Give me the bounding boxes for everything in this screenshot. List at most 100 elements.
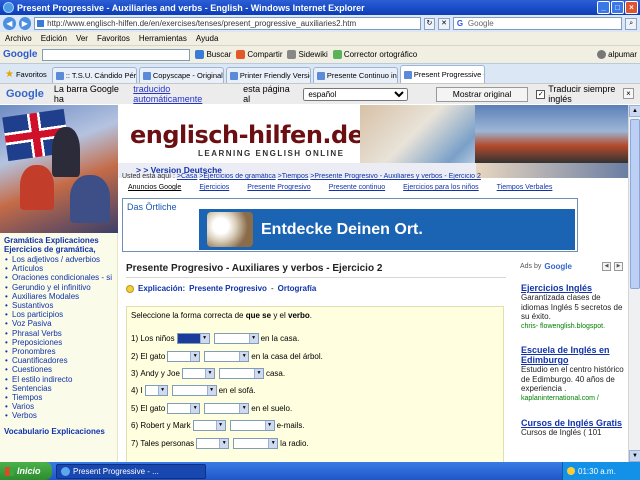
tab-presente-continuo[interactable]: Presente Continuo inglés [312, 67, 398, 83]
right-ad-item[interactable]: Escuela de Inglés en Edimburgo Estudio e… [521, 345, 625, 403]
sidebar-item[interactable]: Voz Pasiva [4, 319, 113, 328]
show-original-button[interactable]: Mostrar original [435, 86, 529, 102]
auxiliary-select[interactable]: ▼ [176, 333, 210, 345]
right-ad-url[interactable]: chris- flowenglish.blogspot. [521, 322, 625, 332]
right-ad-title[interactable]: Ejercicios Inglés [521, 283, 625, 293]
scroll-thumb[interactable] [630, 119, 640, 289]
ads-prev-icon[interactable]: ◀ [602, 262, 611, 271]
tab-printer-friendly[interactable]: Printer Friendly Version hel... [225, 67, 311, 83]
breadcrumb-tenses[interactable]: >Tiempos [278, 173, 309, 180]
google-toolbar-search-input[interactable] [42, 48, 191, 61]
back-button[interactable]: ◀ [3, 17, 16, 30]
verb-select[interactable]: ▼ [171, 385, 217, 397]
breadcrumb-current[interactable]: >Presente Progresivo - Auxiliares y verb… [310, 173, 481, 180]
verb-select[interactable]: ▼ [204, 350, 250, 362]
nav-tiempos-verbales[interactable]: Tiempos Verbales [497, 184, 553, 195]
menu-ver[interactable]: Ver [76, 34, 88, 43]
tray-icon[interactable] [567, 467, 575, 475]
toolbar-user[interactable]: alpumar [597, 50, 637, 59]
auxiliary-select[interactable]: ▼ [196, 437, 230, 449]
scroll-down-icon[interactable]: ▼ [629, 450, 640, 462]
sidebar-item[interactable]: Oraciones condicionales - si [4, 273, 113, 282]
auxiliary-select[interactable]: ▼ [181, 367, 215, 379]
search-input[interactable]: Google [452, 17, 623, 30]
toolbar-share-button[interactable]: Compartir [236, 50, 282, 59]
translate-close-icon[interactable]: × [623, 88, 634, 99]
ad-banner[interactable]: Das Örtliche Entdecke Deinen Ort. [122, 198, 578, 252]
right-ad-item[interactable]: Cursos de Inglés Gratis Cursos de Inglés… [521, 418, 625, 438]
nav-ejercicios-ninos[interactable]: Ejercicios para los niños [403, 184, 478, 195]
tab-candido-perez[interactable]: :: T.S.U. Cándido Pérez :: [51, 67, 137, 83]
sidebar-item[interactable]: Phrasal Verbs [4, 329, 113, 338]
verb-select[interactable]: ▼ [229, 420, 275, 432]
toolbar-sidewiki-button[interactable]: Sidewiki [287, 50, 328, 59]
vertical-scrollbar[interactable]: ▲ ▼ [628, 105, 640, 462]
stop-icon[interactable]: ✕ [438, 17, 450, 30]
spelling-link[interactable]: Ortografía [278, 284, 317, 293]
favorites-button[interactable]: ★ Favoritos [2, 66, 50, 83]
breadcrumb-home[interactable]: >Casa [177, 173, 197, 180]
sidebar-item[interactable]: Cuantificadores [4, 356, 113, 365]
minimize-button[interactable]: _ [597, 1, 610, 14]
right-ad-title[interactable]: Cursos de Inglés Gratis [521, 418, 625, 428]
sidebar-item[interactable]: Auxiliares Modales [4, 292, 113, 301]
menu-herramientas[interactable]: Herramientas [139, 34, 187, 43]
auxiliary-select[interactable]: ▼ [167, 350, 201, 362]
ad-title[interactable]: Das Örtliche [127, 202, 177, 212]
ads-by-google[interactable]: Ads by Google ◀ ▶ [520, 262, 623, 271]
auxiliary-select[interactable]: ▼ [192, 420, 226, 432]
refresh-icon[interactable]: ↻ [423, 17, 436, 30]
menu-ayuda[interactable]: Ayuda [196, 34, 219, 43]
translate-link[interactable]: traducido automáticamente [133, 84, 240, 104]
verb-select[interactable]: ▼ [233, 437, 279, 449]
auxiliary-select[interactable]: ▼ [167, 402, 201, 414]
right-ad-url[interactable]: kaplaninternational.com / [521, 394, 625, 404]
breadcrumb-grammar[interactable]: >Ejercicios de gramática [199, 173, 275, 180]
auxiliary-select[interactable]: ▼ [144, 385, 168, 397]
sidebar-item[interactable]: Sentencias [4, 384, 113, 393]
start-button[interactable]: Inicio [0, 462, 52, 480]
sidebar-heading-vocabulary[interactable]: Vocabulario Explicaciones [4, 427, 113, 436]
ad-image[interactable]: Entdecke Deinen Ort. [199, 209, 575, 250]
taskbar-window-button[interactable]: Present Progressive - ... [56, 463, 206, 479]
toolbar-spellcheck-button[interactable]: Corrector ortográfico [332, 50, 417, 59]
close-button[interactable]: × [625, 1, 638, 14]
search-icon[interactable]: ⌕ [625, 17, 638, 30]
always-translate-checkbox[interactable]: ✓ [536, 89, 546, 99]
sidebar-item[interactable]: Verbos [4, 411, 113, 420]
forward-button[interactable]: ▶ [18, 17, 32, 30]
translate-language-select[interactable]: español [303, 87, 408, 101]
nav-google-ads[interactable]: Anuncios Google [128, 184, 181, 195]
tab-copyscape[interactable]: Copyscape - Original Conte... [138, 67, 224, 83]
menu-archivo[interactable]: Archivo [5, 34, 32, 43]
sidebar-item[interactable]: Sustantivos [4, 301, 113, 310]
sidebar-item[interactable]: Varios [4, 402, 113, 411]
sidebar-item[interactable]: Pronombres [4, 347, 113, 356]
nav-presente-continuo[interactable]: Presente continuo [329, 184, 385, 195]
sidebar-item[interactable]: Artículos [4, 264, 113, 273]
sidebar-item[interactable]: El estilo indirecto [4, 375, 113, 384]
scroll-up-icon[interactable]: ▲ [629, 105, 640, 117]
verb-select[interactable]: ▼ [218, 367, 264, 379]
sidebar-item[interactable]: Cuestiones [4, 365, 113, 374]
ads-next-icon[interactable]: ▶ [614, 262, 623, 271]
menu-favoritos[interactable]: Favoritos [97, 34, 130, 43]
sidebar-item[interactable]: Tiempos [4, 393, 113, 402]
url-input[interactable]: http://www.englisch-hilfen.de/en/exercis… [34, 17, 421, 30]
tab-present-progressive[interactable]: Present Progressive - A... [399, 65, 485, 83]
verb-select[interactable]: ▼ [213, 333, 259, 345]
toolbar-search-button[interactable]: Buscar [195, 50, 231, 59]
sidebar-heading[interactable]: Gramática Explicaciones Ejercicios de gr… [4, 236, 113, 254]
menu-edicion[interactable]: Edición [41, 34, 67, 43]
nav-presente-progresivo[interactable]: Presente Progresivo [247, 184, 310, 195]
right-ad-title[interactable]: Escuela de Inglés en Edimburgo [521, 345, 625, 365]
sidebar-item[interactable]: Los adjetivos / adverbios [4, 255, 113, 264]
nav-ejercicios[interactable]: Ejercicios [199, 184, 229, 195]
right-ad-item[interactable]: Ejercicios Inglés Garantizada clases de … [521, 283, 625, 331]
sidebar-item[interactable]: Los participios [4, 310, 113, 319]
explanation-link[interactable]: Presente Progresivo [189, 284, 267, 293]
verb-select[interactable]: ▼ [204, 402, 250, 414]
sidebar-item[interactable]: Preposiciones [4, 338, 113, 347]
site-logo[interactable]: englisch-hilfen.de [130, 121, 364, 149]
sidebar-item[interactable]: Gerundio y el infinitivo [4, 283, 113, 292]
